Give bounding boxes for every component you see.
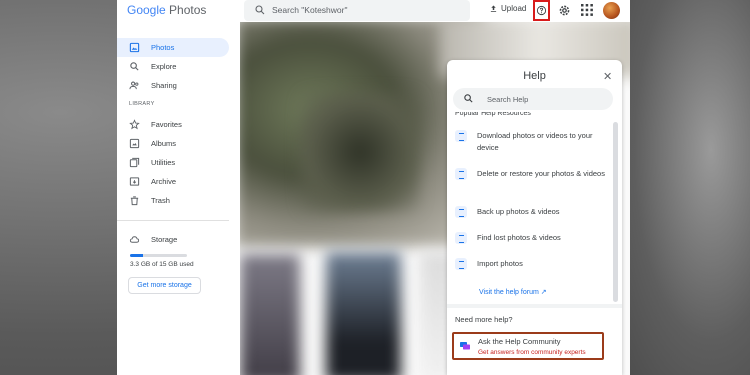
community-title: Ask the Help Community	[478, 337, 561, 346]
blurred-photo	[240, 254, 300, 375]
sidebar-divider	[117, 220, 229, 221]
help-search-input[interactable]: Search Help	[453, 88, 613, 110]
sidebar-item-label: Archive	[151, 177, 177, 186]
cloud-icon	[129, 236, 140, 243]
photo-icon	[129, 42, 140, 53]
help-resource-label: Download photos or videos to your device	[477, 131, 593, 152]
close-icon[interactable]: ✕	[603, 70, 612, 83]
google-photos-logo[interactable]: Google Photos	[127, 3, 206, 17]
logo-product-text: Photos	[169, 3, 207, 17]
search-icon	[130, 62, 139, 71]
storage-usage-text: 3.3 GB of 15 GB used	[130, 261, 194, 268]
article-icon	[455, 168, 467, 180]
right-backdrop	[620, 0, 750, 375]
sidebar-item-label: Albums	[151, 139, 177, 148]
search-icon	[255, 5, 265, 15]
sidebar: Photos Explore Sharing LIBRARY Favorites	[117, 24, 237, 375]
help-resource-item[interactable]: Download photos or videos to your device	[455, 130, 605, 154]
external-link-icon: ↗	[540, 289, 547, 296]
search-bar[interactable]: Search "Koteshwor"	[244, 0, 470, 21]
top-bar: Google Photos Search "Koteshwor" Upload	[117, 0, 630, 22]
need-more-help-heading: Need more help?	[455, 315, 513, 324]
account-avatar[interactable]	[603, 2, 620, 19]
community-chat-icon	[460, 342, 470, 350]
search-icon	[464, 94, 473, 103]
help-section-divider	[447, 304, 622, 308]
upload-button[interactable]: Upload	[489, 4, 526, 13]
help-resource-item[interactable]: Delete or restore your photos & videos	[455, 168, 605, 180]
utilities-icon	[129, 157, 140, 168]
help-resource-item[interactable]: Back up photos & videos	[455, 206, 605, 218]
storage-progress-fill	[130, 254, 143, 257]
library-heading: LIBRARY	[129, 101, 155, 107]
sidebar-item-label: Favorites	[151, 120, 182, 129]
article-icon	[455, 258, 467, 270]
trash-icon	[130, 196, 139, 206]
help-resource-label: Back up photos & videos	[477, 207, 560, 216]
sidebar-item-utilities[interactable]: Utilities	[117, 153, 229, 172]
archive-icon	[129, 177, 140, 186]
article-icon	[455, 130, 467, 142]
apps-grid-icon[interactable]	[581, 4, 593, 16]
sidebar-item-sharing[interactable]: Sharing	[117, 76, 229, 95]
sidebar-item-label: Utilities	[151, 158, 176, 167]
sidebar-item-albums[interactable]: Albums	[117, 134, 229, 153]
sidebar-item-archive[interactable]: Archive	[117, 172, 229, 191]
help-resource-label: Find lost photos & videos	[477, 233, 561, 242]
sidebar-item-photos[interactable]: Photos	[117, 38, 229, 57]
help-panel: Help ✕ Search Help Popular Help Resource…	[447, 60, 622, 375]
help-search-placeholder: Search Help	[487, 95, 529, 104]
star-icon	[129, 119, 140, 130]
help-icon	[536, 5, 547, 16]
settings-gear-icon[interactable]	[557, 3, 572, 18]
people-icon	[129, 81, 139, 90]
storage-label: Storage	[151, 235, 178, 244]
search-placeholder: Search "Koteshwor"	[272, 5, 348, 15]
help-scrollbar[interactable]	[613, 122, 618, 302]
help-resource-item[interactable]: Find lost photos & videos	[455, 232, 605, 244]
upload-label: Upload	[501, 4, 527, 13]
resources-heading: Popular Help Resources	[455, 112, 531, 117]
blurred-photo	[300, 92, 420, 212]
blurred-photo	[326, 252, 401, 375]
logo-google-text: Google	[127, 3, 166, 17]
get-more-storage-button[interactable]: Get more storage	[128, 277, 201, 294]
sidebar-item-label: Photos	[151, 43, 175, 52]
sidebar-item-trash[interactable]: Trash	[117, 191, 229, 210]
help-resource-label: Import photos	[477, 259, 523, 268]
sidebar-item-label: Sharing	[151, 81, 177, 90]
article-icon	[455, 232, 467, 244]
upload-icon	[490, 5, 497, 12]
community-subtitle: Get answers from community experts	[478, 349, 586, 356]
sidebar-item-label: Explore	[151, 62, 177, 71]
ask-community-button[interactable]: Ask the Help Community Get answers from …	[452, 332, 604, 360]
help-resource-label: Delete or restore your photos & videos	[477, 169, 605, 178]
help-forum-label: Visit the help forum	[479, 289, 539, 296]
help-panel-title: Help	[523, 70, 546, 82]
sidebar-item-label: Trash	[151, 196, 170, 205]
help-forum-link[interactable]: Visit the help forum ↗	[479, 288, 547, 296]
album-icon	[129, 138, 140, 149]
storage-progress-bar	[130, 254, 187, 257]
sidebar-item-favorites[interactable]: Favorites	[117, 115, 229, 134]
help-resource-item[interactable]: Import photos	[455, 258, 605, 270]
sidebar-item-explore[interactable]: Explore	[117, 57, 229, 76]
article-icon	[455, 206, 467, 218]
sidebar-item-storage[interactable]: Storage	[117, 230, 229, 249]
help-button[interactable]	[533, 0, 550, 21]
